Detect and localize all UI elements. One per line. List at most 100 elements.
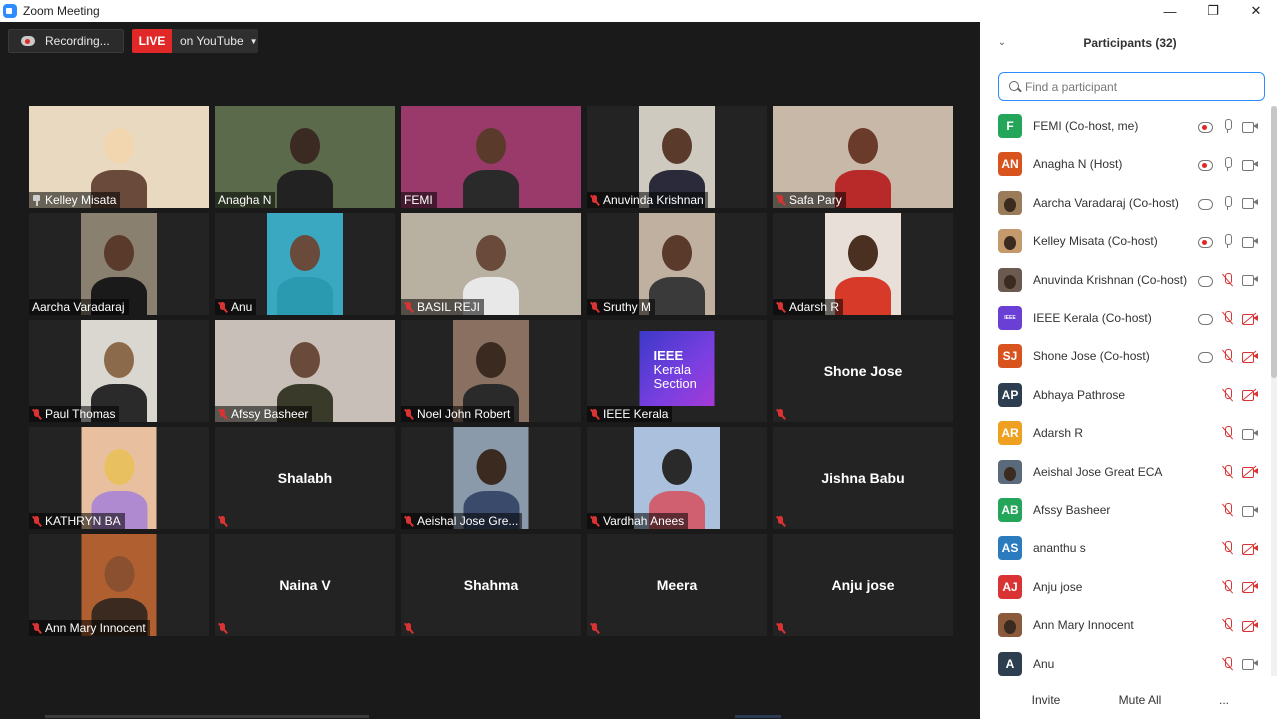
- participant-tile[interactable]: Vardhah Anees: [587, 427, 767, 529]
- search-input[interactable]: [1025, 79, 1255, 94]
- avatar: SJ: [998, 344, 1022, 369]
- participant-row[interactable]: AN Anagha N (Host): [980, 145, 1272, 183]
- mic-muted-icon[interactable]: [1222, 464, 1232, 479]
- body-shape: [463, 170, 519, 208]
- camera-icon[interactable]: [1242, 121, 1258, 133]
- participant-row[interactable]: SJ Shone Jose (Co-host): [980, 337, 1272, 375]
- camera-icon[interactable]: [1242, 428, 1258, 440]
- avatar: IEEE: [998, 306, 1022, 330]
- participant-row[interactable]: AS ananthu s: [980, 529, 1272, 567]
- participant-tile[interactable]: Noel John Robert: [401, 320, 581, 422]
- mic-muted-icon[interactable]: [1222, 618, 1232, 632]
- participant-search[interactable]: [998, 72, 1265, 101]
- participant-tile[interactable]: Safa Pary: [773, 106, 953, 208]
- mic-muted-icon[interactable]: [1222, 349, 1232, 363]
- mic-muted-icon[interactable]: [1222, 311, 1232, 325]
- participant-list-name: Aeishal Jose Great ECA: [1033, 464, 1163, 479]
- participant-row[interactable]: Ann Mary Innocent: [980, 606, 1272, 644]
- mic-muted-icon[interactable]: [1222, 426, 1232, 440]
- participant-label: [215, 513, 235, 529]
- camera-off-icon[interactable]: [1242, 619, 1258, 632]
- participant-tile[interactable]: Anuvinda Krishnan: [587, 106, 767, 208]
- participant-tile[interactable]: Meera: [587, 534, 767, 636]
- camera-off-icon[interactable]: [1242, 580, 1258, 594]
- participant-tile[interactable]: KATHRYN BA: [29, 427, 209, 529]
- mic-muted-icon[interactable]: [1222, 541, 1232, 555]
- head-shape: [662, 128, 692, 164]
- live-stream-menu[interactable]: on YouTube ▼: [172, 29, 258, 53]
- camera-off-icon[interactable]: [1242, 388, 1258, 402]
- participant-tile[interactable]: Kelley Misata: [29, 106, 209, 208]
- participant-tile[interactable]: Anagha N: [215, 106, 395, 208]
- camera-icon[interactable]: [1242, 274, 1258, 287]
- participant-tile[interactable]: Anu: [215, 213, 395, 315]
- participant-tile[interactable]: Sruthy M: [587, 213, 767, 315]
- participant-tile[interactable]: Shahma: [401, 534, 581, 636]
- mute-all-button[interactable]: Mute All: [1111, 687, 1169, 712]
- gallery-scrollbar[interactable]: [45, 715, 369, 718]
- participant-tile[interactable]: Naina V: [215, 534, 395, 636]
- participant-tile[interactable]: Ann Mary Innocent: [29, 534, 209, 636]
- mic-icon[interactable]: [1222, 119, 1232, 133]
- mic-muted-icon[interactable]: [1222, 387, 1232, 402]
- camera-off-icon[interactable]: [1242, 542, 1258, 555]
- head-shape: [104, 449, 134, 485]
- camera-off-icon[interactable]: [1242, 312, 1258, 325]
- participant-row[interactable]: AP Abhaya Pathrose: [980, 376, 1272, 414]
- close-button[interactable]: ✕: [1235, 0, 1277, 22]
- participant-tile[interactable]: Anju jose: [773, 534, 953, 636]
- participant-tile[interactable]: Paul Thomas: [29, 320, 209, 422]
- mic-icon[interactable]: [1222, 234, 1232, 249]
- logo-text: Kerala: [653, 362, 692, 377]
- participant-row[interactable]: F FEMI (Co-host, me): [980, 107, 1272, 145]
- camera-off-icon[interactable]: [1242, 465, 1258, 479]
- participant-row[interactable]: AJ Anju jose: [980, 568, 1272, 606]
- camera-off-icon[interactable]: [1242, 350, 1258, 363]
- participant-row[interactable]: Aeishal Jose Great ECA: [980, 453, 1272, 491]
- gallery-scrollbar-thumb[interactable]: [735, 715, 781, 718]
- participant-list-scrollbar[interactable]: [1271, 106, 1277, 676]
- head-shape: [848, 128, 878, 164]
- scrollbar-thumb[interactable]: [1271, 106, 1277, 378]
- camera-icon[interactable]: [1242, 505, 1258, 517]
- participant-row[interactable]: IEEE IEEE Kerala (Co-host): [980, 299, 1272, 337]
- camera-icon[interactable]: [1242, 658, 1258, 671]
- participant-tile[interactable]: Shalabh: [215, 427, 395, 529]
- participant-row[interactable]: AR Adarsh R: [980, 414, 1272, 452]
- participant-tile[interactable]: Aarcha Varadaraj: [29, 213, 209, 315]
- recording-indicator[interactable]: Recording...: [8, 29, 124, 53]
- participant-tile[interactable]: FEMI: [401, 106, 581, 208]
- mic-icon[interactable]: [1222, 157, 1232, 172]
- participant-tile[interactable]: IEEE Kerala Section IEEE Kerala: [587, 320, 767, 422]
- mic-muted-icon[interactable]: [1222, 579, 1232, 594]
- participant-tile[interactable]: Adarsh R: [773, 213, 953, 315]
- mic-muted-icon[interactable]: [1222, 272, 1232, 287]
- camera-icon[interactable]: [1242, 159, 1258, 171]
- mic-muted-icon: [590, 301, 599, 313]
- mic-muted-icon[interactable]: [1222, 656, 1232, 671]
- maximize-button[interactable]: ❐: [1192, 0, 1234, 22]
- participant-label: Adarsh R: [773, 299, 844, 315]
- participant-tile[interactable]: Afssy Basheer: [215, 320, 395, 422]
- participant-name: Anuvinda Krishnan: [603, 193, 704, 207]
- minimize-button[interactable]: —: [1149, 0, 1191, 22]
- mic-muted-icon[interactable]: [1222, 503, 1232, 517]
- camera-icon[interactable]: [1242, 236, 1258, 248]
- participant-row[interactable]: Kelley Misata (Co-host): [980, 222, 1272, 260]
- camera-icon[interactable]: [1242, 197, 1258, 210]
- participant-row[interactable]: Aarcha Varadaraj (Co-host): [980, 184, 1272, 222]
- participant-name-center: Shone Jose: [823, 363, 903, 379]
- participant-tile[interactable]: BASIL REJI: [401, 213, 581, 315]
- participant-tile[interactable]: Aeishal Jose Gre...: [401, 427, 581, 529]
- participant-row[interactable]: Anuvinda Krishnan (Co-host): [980, 261, 1272, 299]
- participant-tile[interactable]: Jishna Babu: [773, 427, 953, 529]
- participant-tile[interactable]: Shone Jose: [773, 320, 953, 422]
- participant-list-name: Ann Mary Innocent: [1033, 618, 1134, 633]
- participant-label: [773, 513, 793, 529]
- invite-button[interactable]: Invite: [1026, 687, 1066, 712]
- mic-icon[interactable]: [1222, 195, 1232, 210]
- participant-name: Vardhah Anees: [603, 514, 685, 528]
- participant-row[interactable]: A Anu: [980, 645, 1272, 683]
- more-button[interactable]: ...: [1212, 687, 1236, 712]
- participant-row[interactable]: AB Afssy Basheer: [980, 491, 1272, 529]
